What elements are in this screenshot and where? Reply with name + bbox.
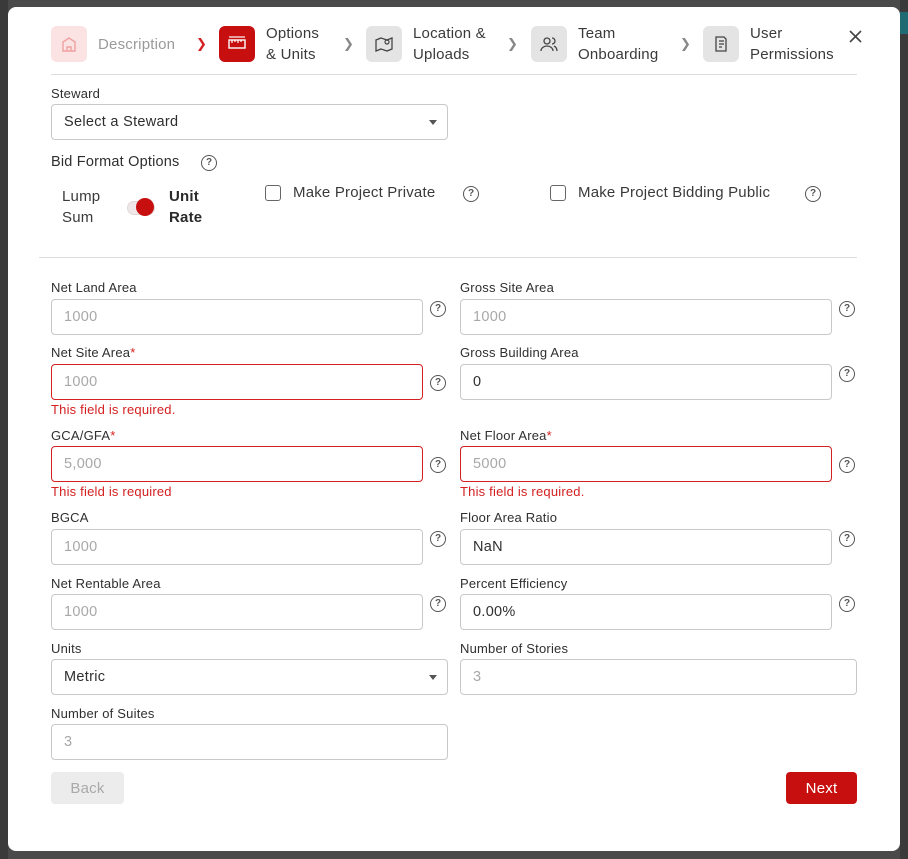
users-icon — [531, 26, 567, 62]
public-bidding-checkbox[interactable] — [550, 185, 566, 201]
number-of-suites-label: Number of Suites — [51, 706, 155, 721]
gross-building-area-label: Gross Building Area — [460, 345, 579, 360]
steward-label: Steward — [51, 86, 101, 101]
step-team-onboarding[interactable]: Team Onboarding — [531, 21, 670, 67]
help-icon[interactable]: ? — [839, 457, 855, 473]
gross-site-area-input[interactable]: 1000 — [460, 299, 832, 335]
net-rentable-area-label: Net Rentable Area — [51, 576, 161, 591]
gca-gfa-label: GCA/GFA* — [51, 428, 116, 443]
document-icon — [703, 26, 739, 62]
help-icon[interactable]: ? — [201, 155, 217, 171]
step-user-permissions[interactable]: User Permissions — [703, 21, 842, 67]
gca-gfa-error: This field is required — [51, 484, 172, 499]
help-icon[interactable]: ? — [463, 186, 479, 202]
units-select[interactable]: Metric — [51, 659, 448, 695]
help-icon[interactable]: ? — [430, 457, 446, 473]
bid-format-label: Bid Format Options — [51, 154, 180, 170]
net-land-area-label: Net Land Area — [51, 280, 137, 295]
help-icon[interactable]: ? — [430, 301, 446, 317]
toggle-lump-sum-label: Lump Sum — [62, 188, 101, 226]
percent-efficiency-label: Percent Efficiency — [460, 576, 568, 591]
number-of-suites-input[interactable]: 3 — [51, 724, 448, 760]
steward-select-value: Select a Steward — [64, 114, 179, 130]
net-floor-area-error: This field is required. — [460, 484, 585, 499]
percent-efficiency-input[interactable]: 0.00% — [460, 594, 832, 630]
divider — [39, 257, 857, 258]
number-of-stories-input[interactable]: 3 — [460, 659, 857, 695]
chevron-right-icon: ❯ — [507, 36, 518, 51]
gca-gfa-input[interactable]: 5,000 — [51, 446, 423, 482]
chevron-down-icon — [429, 675, 437, 680]
help-icon[interactable]: ? — [839, 596, 855, 612]
chevron-right-icon: ❯ — [680, 36, 691, 51]
step-location-uploads[interactable]: Location & Uploads — [366, 21, 495, 67]
help-icon[interactable]: ? — [839, 301, 855, 317]
map-pin-icon — [366, 26, 402, 62]
step-label: User Permissions — [750, 25, 834, 63]
gross-building-area-input[interactable]: 0 — [460, 364, 832, 400]
next-button[interactable]: Next — [786, 772, 857, 804]
net-site-area-error: This field is required. — [51, 402, 176, 417]
floor-area-ratio-input[interactable]: NaN — [460, 529, 832, 565]
step-description[interactable]: Description — [51, 21, 175, 67]
step-label: Description — [98, 35, 176, 53]
net-rentable-area-input[interactable]: 1000 — [51, 594, 423, 630]
private-checkbox[interactable] — [265, 185, 281, 201]
help-icon[interactable]: ? — [430, 596, 446, 612]
background-page-left — [0, 0, 8, 859]
units-label: Units — [51, 641, 82, 656]
building-icon — [51, 26, 87, 62]
step-label: Team Onboarding — [578, 25, 659, 63]
step-label: Options & Units — [266, 25, 320, 63]
net-site-area-label: Net Site Area* — [51, 345, 136, 360]
required-marker: * — [130, 345, 136, 360]
floor-area-ratio-label: Floor Area Ratio — [460, 510, 558, 525]
toggle-knob[interactable] — [136, 198, 154, 216]
help-icon[interactable]: ? — [430, 531, 446, 547]
background-page-right — [900, 0, 908, 859]
private-checkbox-label: Make Project Private — [293, 184, 436, 201]
chevron-right-icon: ❯ — [343, 36, 354, 51]
ruler-icon — [219, 26, 255, 62]
help-icon[interactable]: ? — [839, 531, 855, 547]
project-setup-modal: Description ❯ Options & Units ❯ Location… — [8, 7, 900, 851]
step-options-units[interactable]: Options & Units — [219, 21, 332, 67]
bgca-label: BGCA — [51, 510, 89, 525]
stepper: Description ❯ Options & Units ❯ Location… — [51, 21, 860, 67]
step-label: Location & Uploads — [413, 25, 486, 63]
background-chip — [900, 12, 908, 34]
chevron-down-icon — [429, 120, 437, 125]
chevron-right-icon: ❯ — [196, 36, 207, 51]
units-select-value: Metric — [64, 669, 106, 685]
required-marker: * — [546, 428, 552, 443]
required-marker: * — [110, 428, 116, 443]
help-icon[interactable]: ? — [805, 186, 821, 202]
net-floor-area-input[interactable]: 5000 — [460, 446, 832, 482]
net-floor-area-label: Net Floor Area* — [460, 428, 552, 443]
help-icon[interactable]: ? — [430, 375, 446, 391]
back-button[interactable]: Back — [51, 772, 124, 804]
gross-site-area-label: Gross Site Area — [460, 280, 555, 295]
public-bidding-checkbox-label: Make Project Bidding Public — [578, 184, 771, 201]
net-site-area-input[interactable]: 1000 — [51, 364, 423, 400]
divider — [51, 74, 857, 75]
bgca-input[interactable]: 1000 — [51, 529, 423, 565]
toggle-unit-rate-label: Unit Rate — [169, 188, 203, 226]
steward-select[interactable]: Select a Steward — [51, 104, 448, 140]
help-icon[interactable]: ? — [839, 366, 855, 382]
close-icon[interactable] — [846, 27, 864, 45]
number-of-stories-label: Number of Stories — [460, 641, 569, 656]
net-land-area-input[interactable]: 1000 — [51, 299, 423, 335]
